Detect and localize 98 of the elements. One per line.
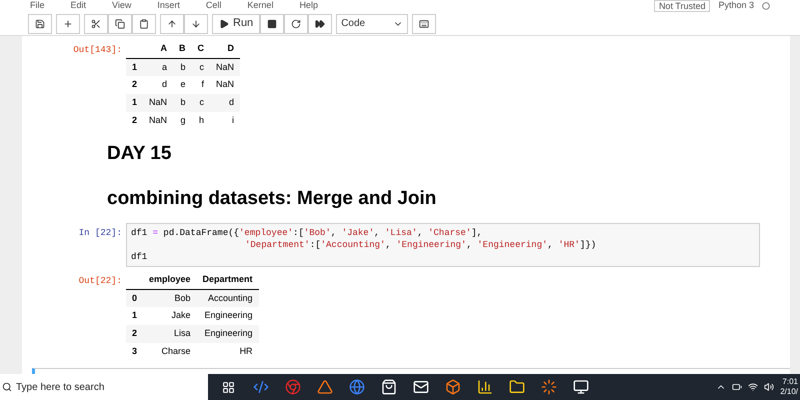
keyboard-icon xyxy=(419,18,430,28)
column-header: D xyxy=(210,40,240,58)
row-index: 2 xyxy=(126,76,144,94)
table-cell: Charse xyxy=(143,343,197,361)
column-header: C xyxy=(192,40,210,58)
table-cell: a xyxy=(143,58,174,76)
table-cell: i xyxy=(210,112,240,130)
cone-icon[interactable] xyxy=(317,379,333,395)
table-cell: c xyxy=(192,58,210,76)
plus-icon xyxy=(63,18,73,28)
table-cell: NaN xyxy=(210,76,240,94)
code-input[interactable]: df1 = pd.DataFrame({'employee':['Bob', 'Jake', 'Lisa', 'Charse'], 'Department':['Accounting', 'Engineering', 'Engineering', 'HR']}) df1 xyxy=(126,223,760,267)
spinner-icon[interactable] xyxy=(541,379,557,395)
menu-item[interactable]: File xyxy=(30,0,45,13)
table-cell: NaN xyxy=(143,112,174,130)
arrow-down-icon xyxy=(191,18,201,28)
browser-icon[interactable] xyxy=(285,379,301,395)
copy-button[interactable] xyxy=(108,14,132,34)
wifi-icon[interactable] xyxy=(748,382,758,392)
input-prompt: In [22]: xyxy=(78,227,123,240)
table-cell: c xyxy=(192,94,210,112)
row-index: 2 xyxy=(126,325,144,343)
bar-chart-icon[interactable] xyxy=(477,379,493,395)
table-cell: Lisa xyxy=(143,325,197,343)
table-cell: Accounting xyxy=(196,289,259,307)
markdown-heading: DAY 15 xyxy=(107,142,172,166)
cut-button[interactable] xyxy=(84,14,108,34)
menu-item[interactable]: Insert xyxy=(157,0,180,13)
column-header: A xyxy=(143,40,174,58)
save-button[interactable] xyxy=(28,14,52,34)
table-cell: e xyxy=(173,76,192,94)
trust-badge[interactable]: Not Trusted xyxy=(654,0,710,12)
row-index: 1 xyxy=(126,58,144,76)
clipboard-icon xyxy=(139,18,149,28)
table-cell: Engineering xyxy=(196,325,259,343)
menu-item[interactable]: Kernel xyxy=(247,0,274,13)
scissors-icon xyxy=(91,18,101,28)
menu-item[interactable]: View xyxy=(112,0,132,13)
table-cell: b xyxy=(173,94,192,112)
search-icon xyxy=(2,382,12,392)
table-cell: HR xyxy=(196,343,259,361)
restart-icon xyxy=(291,18,302,28)
row-index: 2 xyxy=(126,112,144,130)
menu-item[interactable]: Help xyxy=(299,0,318,13)
code-icon[interactable] xyxy=(253,379,269,395)
arrow-up-icon xyxy=(167,18,177,28)
keyboard-button[interactable] xyxy=(412,14,436,34)
folder-icon[interactable] xyxy=(509,379,525,395)
bag-icon[interactable] xyxy=(381,379,397,395)
table-cell: d xyxy=(210,94,240,112)
play-icon xyxy=(219,18,229,28)
box-icon[interactable] xyxy=(445,379,461,395)
move-up-button[interactable] xyxy=(160,14,184,34)
globe-icon[interactable] xyxy=(349,379,365,395)
column-header: B xyxy=(173,40,192,58)
table-cell: NaN xyxy=(210,58,240,76)
table-cell: b xyxy=(173,58,192,76)
row-index: 1 xyxy=(126,94,144,112)
table-cell: f xyxy=(192,76,210,94)
menu-item[interactable]: Edit xyxy=(70,0,86,13)
copy-icon xyxy=(115,18,125,28)
clock-time[interactable]: 7:01 xyxy=(780,377,798,387)
stop-button[interactable] xyxy=(260,14,284,34)
table-cell: NaN xyxy=(143,94,174,112)
add-cell-button[interactable] xyxy=(56,14,80,34)
kernel-status-icon xyxy=(762,2,770,10)
table-cell: Engineering xyxy=(196,307,259,325)
kernel-name: Python 3 xyxy=(718,0,754,12)
task-view-icon[interactable] xyxy=(222,380,235,394)
table-cell: g xyxy=(173,112,192,130)
save-icon xyxy=(35,18,45,28)
taskbar-search-field[interactable]: Type here to search xyxy=(0,374,208,400)
table-cell: Bob xyxy=(143,289,197,307)
row-index: 0 xyxy=(126,289,144,307)
run-all-button[interactable] xyxy=(308,14,332,34)
markdown-heading: combining datasets: Merge and Join xyxy=(107,186,438,210)
volume-icon[interactable] xyxy=(764,382,774,392)
run-button[interactable]: Run xyxy=(212,14,260,34)
row-index: 3 xyxy=(126,343,144,361)
menu-item[interactable]: Cell xyxy=(206,0,222,13)
output-prompt: Out[22]: xyxy=(78,275,123,288)
move-down-button[interactable] xyxy=(184,14,208,34)
column-header: employee xyxy=(143,271,197,289)
row-index: 1 xyxy=(126,307,144,325)
fast-forward-icon xyxy=(315,18,326,28)
battery-icon[interactable] xyxy=(732,382,742,392)
clock-date[interactable]: 2/10/ xyxy=(780,387,798,397)
stop-icon xyxy=(267,18,278,28)
output-prompt: Out[143]: xyxy=(72,44,123,57)
table-cell: h xyxy=(192,112,210,130)
paste-button[interactable] xyxy=(132,14,156,34)
column-header: Department xyxy=(196,271,259,289)
monitor-icon[interactable] xyxy=(573,379,589,395)
mail-icon[interactable] xyxy=(413,379,429,395)
cell-type-dropdown[interactable]: Code xyxy=(336,14,408,34)
table-cell: d xyxy=(143,76,174,94)
table-cell: Jake xyxy=(143,307,197,325)
restart-button[interactable] xyxy=(284,14,308,34)
